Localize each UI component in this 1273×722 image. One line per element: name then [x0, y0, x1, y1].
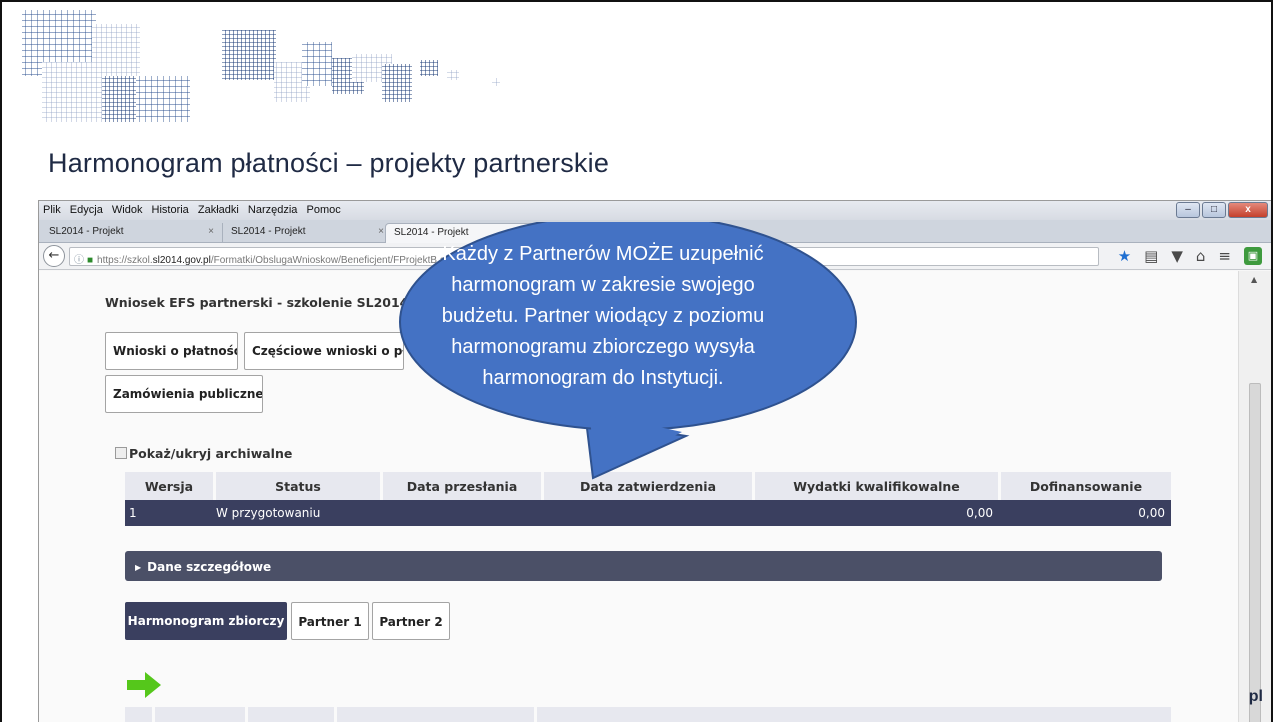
column-header	[125, 707, 152, 722]
column-header-dofinansowanie[interactable]: Dofinansowanie	[1001, 472, 1171, 500]
home-icon[interactable]: ⌂	[1196, 247, 1206, 265]
extension-icon[interactable]: ▣	[1244, 247, 1262, 265]
column-header-status[interactable]: Status	[216, 472, 380, 500]
details-accordion[interactable]: ▶ Dane szczegółowe	[125, 551, 1162, 581]
menu-item-plik[interactable]: Plik	[43, 204, 61, 216]
cell-dofinansowanie: 0,00	[1138, 506, 1165, 520]
menu-item-widok[interactable]: Widok	[112, 204, 143, 216]
callout-line: harmonogram do Instytucji.	[482, 367, 724, 389]
back-button[interactable]: ←	[43, 245, 65, 267]
close-tab-icon[interactable]: ×	[208, 226, 214, 237]
cell-wydatki: 0,00	[966, 506, 993, 520]
column-header-dofinansowanie-partial	[537, 707, 1171, 722]
maximize-button[interactable]: □	[1202, 202, 1226, 218]
wnioski-o-platnosc-button[interactable]: Wnioski o płatność	[105, 332, 238, 370]
toolbar-icons: ★ ▤ ▼ ⌂ ≡ ▣	[1118, 247, 1262, 265]
lock-icon: ■	[87, 255, 94, 266]
tab-label: SL2014 - Projekt	[231, 226, 306, 237]
info-icon[interactable]: ⓘ	[74, 255, 84, 265]
schedule-table-header	[125, 707, 1171, 722]
presentation-slide: Harmonogram płatności – projekty partner…	[0, 0, 1273, 722]
tab-label: SL2014 - Projekt	[49, 226, 124, 237]
cell-status: W przygotowaniu	[216, 506, 321, 520]
url-domain: sl2014.gov.pl	[152, 255, 211, 266]
tab-partner-1[interactable]: Partner 1	[291, 602, 369, 640]
tab-partner-2[interactable]: Partner 2	[372, 602, 450, 640]
menu-item-historia[interactable]: Historia	[152, 204, 189, 216]
menu-item-narzedzia[interactable]: Narzędzia	[248, 204, 298, 216]
browser-tab-2[interactable]: SL2014 - Projekt ×	[223, 223, 393, 243]
menu-bar: Plik Edycja Widok Historia Zakładki Narz…	[39, 201, 1271, 220]
tab-harmonogram-zbiorczy[interactable]: Harmonogram zbiorczy	[125, 602, 287, 640]
zamowienia-publiczne-button[interactable]: Zamówienia publiczne	[105, 375, 263, 413]
reader-icon[interactable]: ▤	[1144, 247, 1158, 265]
vertical-scrollbar[interactable]: ▲	[1238, 271, 1271, 722]
hamburger-icon[interactable]: ≡	[1218, 247, 1231, 265]
column-header	[248, 707, 334, 722]
scroll-up-icon[interactable]: ▲	[1251, 275, 1257, 284]
arrow-left-icon: ←	[48, 248, 60, 263]
scrollbar-thumb[interactable]	[1249, 383, 1261, 722]
minimize-button[interactable]: –	[1176, 202, 1200, 218]
window-controls: – □ x	[1176, 202, 1268, 218]
archive-toggle-label: Pokaż/ukryj archiwalne	[129, 446, 293, 461]
archive-checkbox[interactable]	[115, 447, 127, 459]
column-header	[337, 707, 534, 722]
decorative-pattern	[22, 10, 500, 122]
column-header	[155, 707, 245, 722]
logo-fragment: pl	[1248, 688, 1263, 705]
slide-title: Harmonogram płatności – projekty partner…	[48, 148, 610, 178]
callout-line: Każdy z Partnerów MOŻE uzupełnić	[442, 243, 764, 265]
menu-item-pomoc[interactable]: Pomoc	[307, 204, 341, 216]
callout-line: budżetu. Partner wiodący z poziomu	[441, 305, 765, 327]
archive-toggle[interactable]: Pokaż/ukryj archiwalne	[115, 446, 292, 461]
callout-text: Każdy z Partnerów MOŻE uzupełnić harmono…	[430, 239, 776, 394]
cell-wersja: 1	[129, 506, 137, 520]
menu-item-edycja[interactable]: Edycja	[70, 204, 103, 216]
column-header-wersja[interactable]: Wersja	[125, 472, 213, 500]
caret-right-icon: ▶	[135, 563, 142, 572]
star-icon[interactable]: ★	[1118, 247, 1131, 265]
pocket-icon[interactable]: ▼	[1171, 247, 1183, 265]
table-row[interactable]: 1 W przygotowaniu 0,00 0,00	[125, 500, 1171, 526]
menu-item-zakladki[interactable]: Zakładki	[198, 204, 239, 216]
url-prefix: https://szkol.	[97, 255, 153, 266]
callout-line: harmonogramu zbiorczego wysyła	[451, 336, 755, 358]
browser-tab-1[interactable]: SL2014 - Projekt ×	[41, 223, 223, 243]
green-arrow-icon[interactable]	[127, 672, 161, 698]
callout-line: harmonogram w zakresie swojego	[451, 274, 755, 296]
close-window-button[interactable]: x	[1228, 202, 1268, 218]
details-label: Dane szczegółowe	[147, 560, 272, 574]
